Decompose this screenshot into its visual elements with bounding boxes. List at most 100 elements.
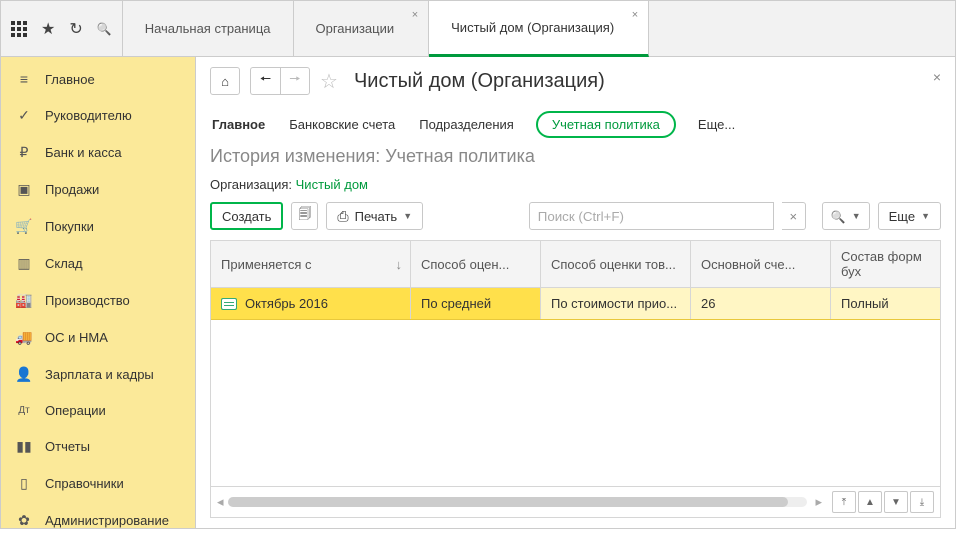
print-button[interactable]: Печать ▼: [326, 202, 423, 230]
section-tab-divisions[interactable]: Подразделения: [417, 113, 516, 136]
chart-icon: ✓: [15, 107, 33, 124]
sidebar-item-label: Склад: [45, 256, 83, 271]
search-icon[interactable]: [97, 20, 112, 38]
section-tab-policy[interactable]: Учетная политика: [536, 111, 676, 138]
table-header: Применяется с↓ Способ оцен... Способ оце…: [211, 241, 940, 288]
printer-icon: [337, 208, 348, 225]
topbar: ★ ↻ Начальная страница Организации × Чис…: [1, 1, 955, 57]
col-applies-from[interactable]: Применяется с↓: [211, 241, 411, 287]
table-row[interactable]: Октябрь 2016 По средней По стоимости при…: [211, 288, 940, 320]
section-tab-bank[interactable]: Банковские счета: [287, 113, 397, 136]
sidebar-item-label: Продажи: [45, 182, 99, 197]
sidebar-item-manager[interactable]: ✓Руководителю: [1, 97, 195, 134]
col-account[interactable]: Основной сче...: [691, 241, 831, 287]
cell-applies-from: Октябрь 2016: [245, 296, 328, 311]
sidebar-item-bank[interactable]: ₽ Банк и касса: [1, 134, 195, 171]
close-icon[interactable]: ×: [412, 9, 418, 21]
page-title: Чистый дом (Организация): [354, 70, 605, 93]
sidebar-item-warehouse[interactable]: ▥ Склад: [1, 245, 195, 282]
sidebar-item-production[interactable]: 🏭 Производство: [1, 282, 195, 319]
sidebar-item-catalogs[interactable]: ▯ Справочники: [1, 465, 195, 502]
sort-desc-icon: ↓: [396, 257, 403, 272]
goto-top-button[interactable]: ⤒: [832, 491, 856, 513]
more-button[interactable]: Еще▼: [878, 202, 941, 230]
tab-chisty-dom[interactable]: Чистый дом (Организация) ×: [429, 1, 649, 57]
advanced-search-button[interactable]: ▼: [822, 202, 870, 230]
topbar-quick-icons: ★ ↻: [1, 1, 123, 56]
gear-icon: ✿: [15, 512, 33, 529]
toolbar: Создать 🗐 Печать ▼ × ▼ Еще▼: [210, 202, 941, 230]
goto-down-button[interactable]: ▼: [884, 491, 908, 513]
search-input[interactable]: [529, 202, 774, 230]
tab-label: Организации: [316, 21, 395, 36]
copy-button[interactable]: 🗐: [291, 202, 318, 230]
back-button[interactable]: 🠔: [250, 67, 280, 95]
nav-group: 🠔 🠖: [250, 67, 310, 95]
factory-icon: 🏭: [15, 292, 33, 309]
col-method2[interactable]: Способ оценки тов...: [541, 241, 691, 287]
forward-button[interactable]: 🠖: [280, 67, 310, 95]
section-tab-more[interactable]: Еще...: [696, 113, 737, 136]
sidebar-item-admin[interactable]: ✿ Администрирование: [1, 502, 195, 539]
organization-label: Организация:: [210, 177, 296, 192]
truck-icon: 🚚: [15, 329, 33, 346]
sidebar-item-label: Администрирование: [45, 513, 169, 528]
tab-label: Чистый дом (Организация): [451, 20, 614, 35]
sidebar-item-assets[interactable]: 🚚 ОС и НМА: [1, 319, 195, 356]
apps-grid-icon[interactable]: [11, 21, 27, 37]
scroll-right-icon[interactable]: ▸: [815, 494, 822, 510]
close-icon[interactable]: ×: [632, 9, 638, 21]
book-icon: ▯: [15, 475, 33, 492]
organization-line: Организация: Чистый дом: [210, 177, 941, 192]
sidebar-item-payroll[interactable]: 👤 Зарплата и кадры: [1, 356, 195, 393]
sidebar-item-reports[interactable]: ▮▮Отчеты: [1, 428, 195, 465]
chevron-down-icon: ▼: [403, 211, 412, 221]
copy-icon: 🗐: [298, 205, 311, 227]
scroll-left-icon[interactable]: ◂: [217, 494, 224, 510]
home-button[interactable]: ⌂: [210, 67, 240, 95]
favorite-star-icon[interactable]: ☆: [320, 69, 338, 94]
search-clear-button[interactable]: ×: [782, 202, 806, 230]
sidebar-item-operations[interactable]: ДтОперации: [1, 393, 195, 428]
table-empty-area: [211, 320, 940, 486]
organization-link[interactable]: Чистый дом: [296, 177, 368, 192]
tab-bar: Начальная страница Организации × Чистый …: [123, 1, 955, 56]
magnifier-icon: [831, 209, 846, 224]
close-page-icon[interactable]: ×: [933, 69, 941, 85]
more-button-label: Еще: [889, 209, 915, 224]
cell-method1: По средней: [421, 296, 491, 311]
scrollbar-thumb[interactable]: [228, 497, 788, 507]
col-method1[interactable]: Способ оцен...: [411, 241, 541, 287]
sidebar-item-label: Производство: [45, 293, 130, 308]
tab-organizations[interactable]: Организации ×: [294, 1, 430, 56]
ruble-icon: ₽: [15, 144, 33, 161]
menu-icon: ≡: [15, 71, 33, 87]
sidebar-item-label: ОС и НМА: [45, 330, 108, 345]
horizontal-scrollbar[interactable]: [228, 497, 808, 507]
sidebar-item-label: Зарплата и кадры: [45, 367, 154, 382]
sidebar-item-purchases[interactable]: 🛒Покупки: [1, 208, 195, 245]
tab-label: Начальная страница: [145, 21, 271, 36]
sidebar-item-main[interactable]: ≡ Главное: [1, 61, 195, 97]
bag-icon: ▣: [15, 181, 33, 198]
goto-up-button[interactable]: ▲: [858, 491, 882, 513]
star-icon[interactable]: ★: [41, 19, 55, 39]
sidebar-item-label: Справочники: [45, 476, 124, 491]
sidebar-item-sales[interactable]: ▣ Продажи: [1, 171, 195, 208]
sidebar-item-label: Главное: [45, 72, 95, 87]
goto-bottom-button[interactable]: ⤓: [910, 491, 934, 513]
section-tab-main[interactable]: Главное: [210, 113, 267, 136]
section-tabs: Главное Банковские счета Подразделения У…: [210, 111, 941, 138]
person-icon: 👤: [15, 366, 33, 383]
boxes-icon: ▥: [15, 255, 33, 272]
history-icon[interactable]: ↻: [69, 19, 82, 39]
dtkt-icon: Дт: [15, 405, 33, 416]
sidebar-item-label: Банк и касса: [45, 145, 122, 160]
sidebar-item-label: Отчеты: [45, 439, 90, 454]
col-forms[interactable]: Состав форм бух: [831, 241, 940, 287]
main-area: × ⌂ 🠔 🠖 ☆ Чистый дом (Организация) Главн…: [196, 57, 955, 528]
print-button-label: Печать: [355, 209, 398, 224]
sidebar: ≡ Главное ✓Руководителю ₽ Банк и касса ▣ Пр…: [1, 57, 196, 528]
create-button[interactable]: Создать: [210, 202, 283, 230]
tab-home[interactable]: Начальная страница: [123, 1, 294, 56]
